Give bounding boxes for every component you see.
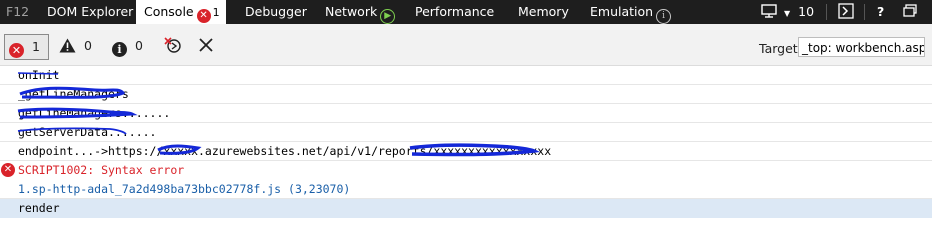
errors-count: 1	[31, 39, 40, 54]
tab-emulation[interactable]: Emulation i	[590, 0, 672, 24]
f12-label: F12	[6, 4, 30, 19]
monitor-icon	[761, 4, 783, 19]
warning-icon	[59, 37, 76, 61]
warnings-filter-button[interactable]: 0	[59, 34, 92, 60]
undock-button[interactable]	[903, 0, 917, 24]
tab-memory[interactable]: Memory	[518, 0, 569, 24]
tab-performance[interactable]: Performance	[415, 0, 494, 24]
console-line-text: getLineManagers.......	[18, 106, 171, 120]
divider	[864, 4, 865, 20]
console-line-text: render	[18, 201, 60, 215]
console-line: getServerData.......	[0, 123, 932, 142]
tab-console[interactable]: Console ✕ 1	[136, 0, 226, 24]
info-icon: i	[656, 9, 672, 24]
help-label: ?	[877, 4, 885, 19]
tab-label: Console	[144, 4, 194, 19]
info-count: 0	[134, 38, 143, 53]
info-filter-button[interactable]: i 0	[112, 34, 143, 60]
console-line[interactable]: render	[0, 199, 932, 218]
tab-label: DOM Explorer	[47, 4, 134, 19]
divider	[826, 4, 827, 20]
target-device-button[interactable]: ▼ 10	[761, 0, 814, 24]
console-source-link-row: 1.sp-http-adal_7a2d498ba73bbc02778f.js (…	[0, 180, 932, 199]
console-line-text: _getLineManagers	[18, 87, 129, 101]
clear-on-navigate-button[interactable]	[163, 34, 183, 60]
console-error-line: ✕ SCRIPT1002: Syntax error	[0, 161, 932, 180]
help-button[interactable]: ?	[877, 0, 884, 24]
errors-filter-button[interactable]: ✕ 1	[4, 34, 49, 60]
console-line-text: endpoint...->https://xxxxx.azurewebsites…	[18, 144, 552, 158]
target-select[interactable]: _top: workbench.aspx	[798, 37, 925, 57]
play-icon: ▶	[380, 9, 396, 24]
console-line-text: SCRIPT1002: Syntax error	[18, 163, 185, 177]
console-line: endpoint...->https://xxxxx.azurewebsites…	[0, 142, 932, 161]
console-line-text: getServerData.......	[18, 125, 157, 139]
info-icon: i	[112, 42, 127, 57]
tab-dom-explorer[interactable]: DOM Explorer	[47, 0, 133, 24]
console-prompt-icon	[838, 3, 854, 19]
error-badge-icon: ✕	[196, 9, 211, 23]
tab-label: Debugger	[245, 4, 307, 19]
error-icon: ✕	[1, 163, 15, 177]
tab-network[interactable]: Network ▶	[325, 0, 396, 24]
error-icon: ✕	[9, 43, 24, 58]
console-line-text: onInit	[18, 68, 60, 82]
tab-error-count: 1	[212, 6, 220, 19]
warnings-count: 0	[83, 38, 92, 53]
tab-debugger[interactable]: Debugger	[245, 0, 307, 24]
clear-on-navigate-icon	[163, 37, 183, 53]
close-icon	[198, 38, 214, 53]
devtools-tabbar: F12 DOM Explorer Console ✕ 1 Debugger Netw…	[0, 0, 932, 24]
tab-label: Performance	[415, 4, 495, 19]
window-restore-icon	[903, 4, 917, 19]
dropdown-arrow-icon: ▼	[783, 9, 791, 18]
console-line: _getLineManagers	[0, 85, 932, 104]
console-line: onInit	[0, 66, 932, 85]
source-link[interactable]: 1.sp-http-adal_7a2d498ba73bbc02778f.js (…	[18, 180, 350, 198]
console-toggle-button[interactable]	[838, 0, 854, 24]
console-output: onInit _getLineManagers getLineManagers.…	[0, 66, 932, 251]
clear-console-button[interactable]	[198, 34, 214, 60]
target-label: Target	[759, 41, 798, 56]
console-line: getLineManagers.......	[0, 104, 932, 123]
tab-label: Memory	[518, 4, 569, 19]
tab-label: Emulation	[590, 4, 654, 19]
tab-label: Network	[325, 4, 378, 19]
device-count: 10	[798, 4, 815, 19]
